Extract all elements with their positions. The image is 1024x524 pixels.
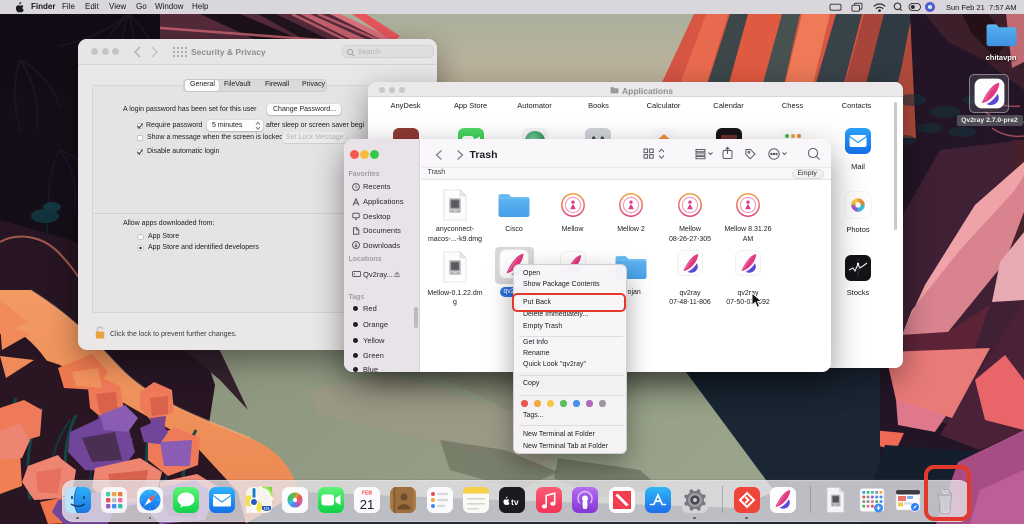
svg-text:101: 101 [263, 506, 269, 510]
svg-text:FEB: FEB [362, 490, 372, 496]
svg-text:tv: tv [511, 496, 519, 506]
svg-text:21: 21 [360, 497, 374, 512]
